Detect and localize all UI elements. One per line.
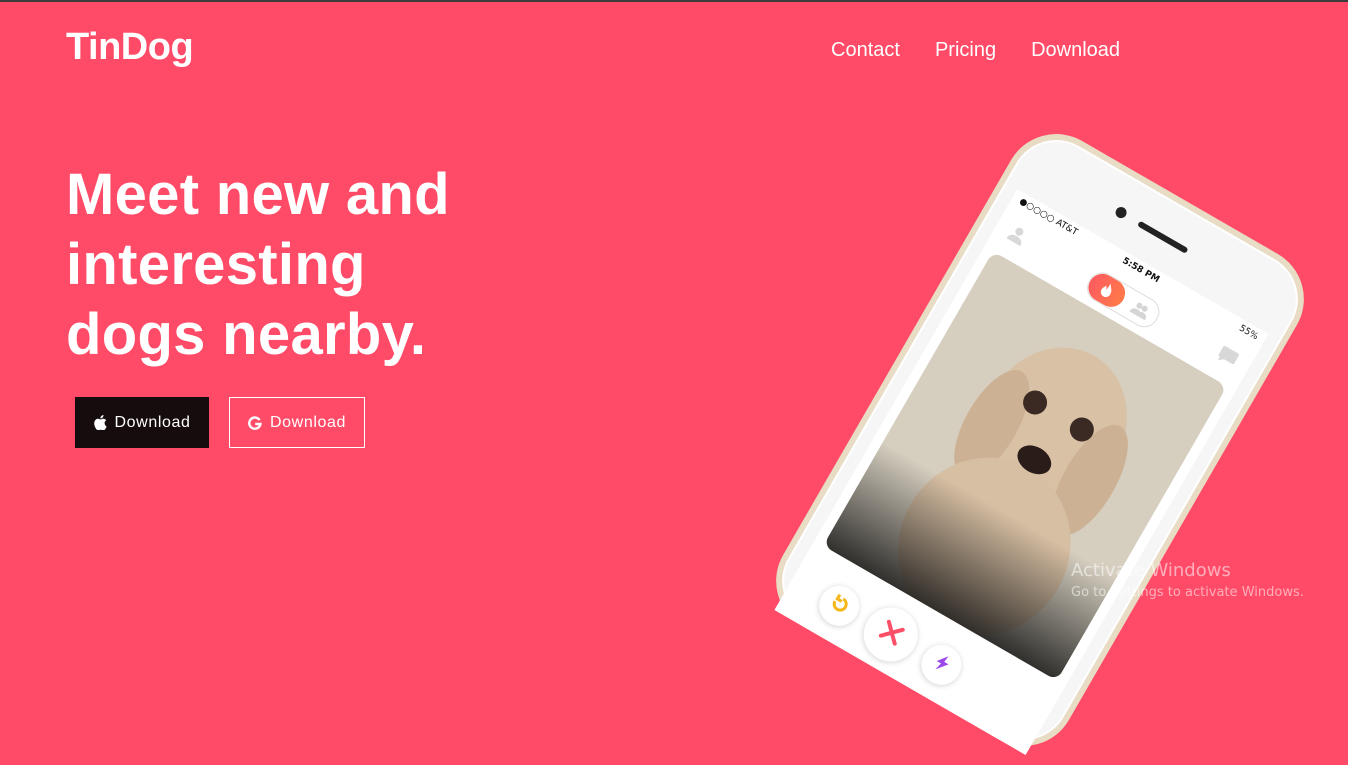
boost-icon xyxy=(929,651,954,679)
undo-icon xyxy=(826,591,853,620)
apple-download-label: Download xyxy=(114,413,191,431)
boost-button[interactable] xyxy=(914,637,969,693)
watermark-title: Activate Windows xyxy=(1071,560,1231,581)
profile-icon xyxy=(1006,222,1031,247)
chat-icon xyxy=(1215,343,1241,369)
hero-headline-line-3: dogs nearby. xyxy=(66,302,427,367)
people-icon xyxy=(1129,299,1152,321)
phone-mockup: ●○○○○ AT&T 5:58 PM 55% xyxy=(757,115,1323,765)
nav-pricing[interactable]: Pricing xyxy=(935,38,996,62)
undo-button[interactable] xyxy=(811,578,867,634)
window-top-border xyxy=(0,0,1348,2)
top-nav: Contact Pricing Download xyxy=(831,38,1120,62)
apple-download-button[interactable]: Download xyxy=(75,397,209,448)
hero-headline-line-1: Meet new and xyxy=(66,162,450,227)
status-battery: 55% xyxy=(1237,323,1260,343)
nope-icon xyxy=(875,617,908,651)
hero-headline-line-2: interesting xyxy=(66,232,366,297)
nav-download[interactable]: Download xyxy=(1031,38,1120,62)
google-icon xyxy=(248,415,262,430)
nope-button[interactable] xyxy=(853,597,928,672)
google-download-label: Download xyxy=(270,413,346,431)
google-download-button[interactable]: Download xyxy=(229,397,365,448)
apple-icon xyxy=(93,415,107,430)
watermark-subtitle: Go to Settings to activate Windows. xyxy=(1071,585,1304,600)
nav-contact[interactable]: Contact xyxy=(831,38,900,62)
windows-activation-watermark: Activate Windows Go to Settings to activ… xyxy=(1071,560,1304,602)
hero-headline: Meet new and interesting dogs nearby. xyxy=(66,160,450,370)
flame-icon xyxy=(1083,268,1131,312)
brand-logo[interactable]: TinDog xyxy=(66,26,194,69)
